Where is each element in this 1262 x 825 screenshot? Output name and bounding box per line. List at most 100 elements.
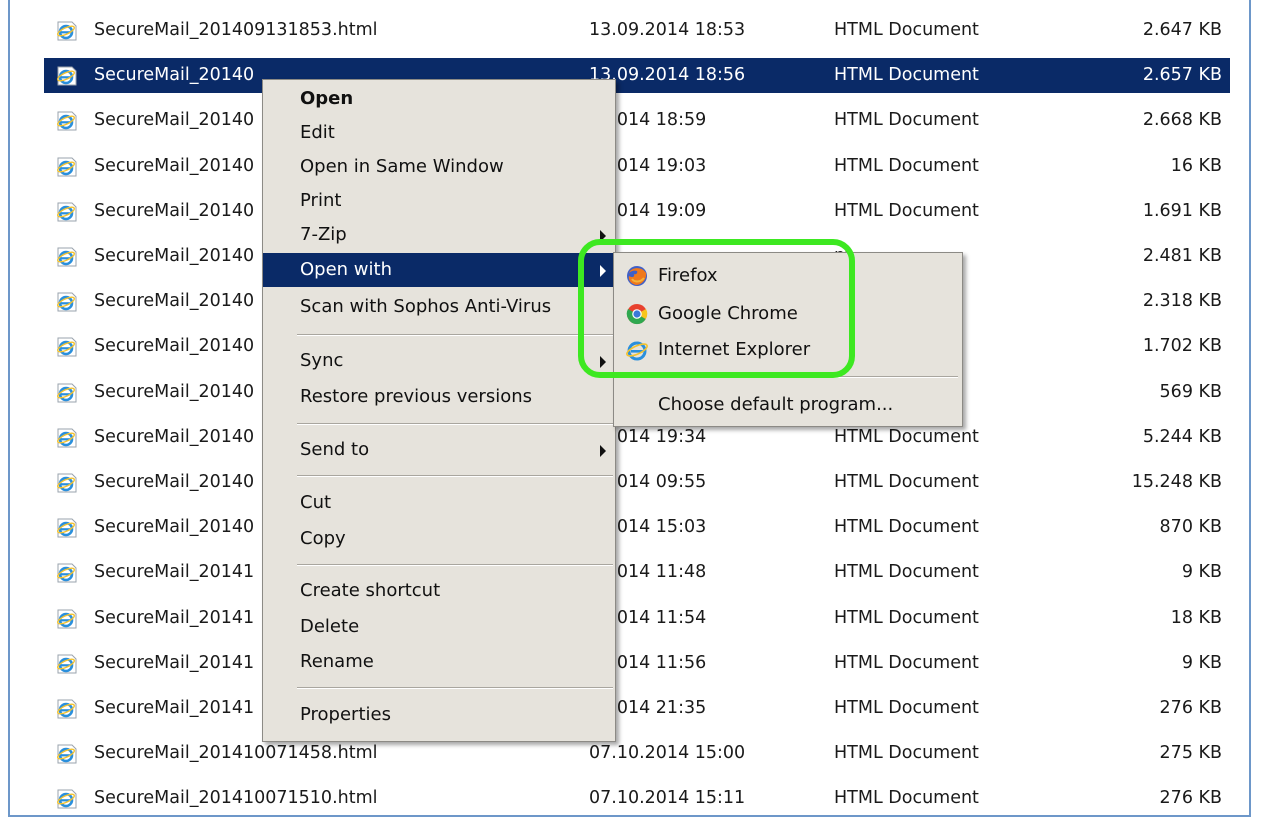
- file-type: HTML Document: [834, 517, 979, 538]
- menu-item-label: Cut: [300, 492, 332, 513]
- file-row[interactable]: SecureMail_201410071458.html 07.10.2014 1…: [44, 736, 1230, 771]
- file-size: 16 KB: [1170, 155, 1222, 176]
- menu-item-print[interactable]: Print: [263, 184, 615, 218]
- menu-item-label: Open in Same Window: [300, 156, 504, 177]
- internet-explorer-file-icon: [57, 699, 77, 719]
- file-row[interactable]: SecureMail_20140 9.2014 15:03 HTML Documen…: [44, 510, 1230, 545]
- internet-explorer-file-icon: [57, 292, 77, 312]
- menu-item-label: Send to: [300, 439, 370, 460]
- menu-item-create-shortcut[interactable]: Create shortcut: [263, 574, 615, 608]
- menu-item-label: 7-Zip: [300, 224, 347, 245]
- menu-item-properties[interactable]: Properties: [263, 698, 615, 732]
- internet-explorer-icon: [626, 341, 648, 361]
- menu-item-sync[interactable]: Sync: [263, 344, 615, 378]
- file-date-modified: 0.2014 11:48: [589, 562, 707, 583]
- file-row[interactable]: SecureMail_20140 9.2014 18:59 HTML Documen…: [44, 103, 1230, 138]
- menu-item-label: Rename: [300, 651, 374, 672]
- file-date-modified: 07.10.2014 15:11: [589, 788, 746, 809]
- file-date-modified: 9.2014 19:09: [589, 200, 707, 221]
- internet-explorer-file-icon: [57, 473, 77, 493]
- file-row[interactable]: SecureMail_20141 0.2014 21:35 HTML Documen…: [44, 691, 1230, 726]
- file-type: HTML Document: [834, 200, 979, 221]
- internet-explorer-file-icon: [57, 111, 77, 131]
- file-type: HTML Document: [834, 562, 979, 583]
- file-row[interactable]: SecureMail_20141 0.2014 11:54 HTML Documen…: [44, 601, 1230, 636]
- menu-item-cut[interactable]: Cut: [263, 486, 615, 520]
- menu-item-scan-sophos[interactable]: Scan with Sophos Anti-Virus: [263, 290, 615, 324]
- file-row[interactable]: SecureMail_20141 0.2014 11:48 HTML Documen…: [44, 555, 1230, 590]
- file-row[interactable]: SecureMail_20140 13.09.2014 18:56 HTML Doc…: [44, 58, 1230, 94]
- file-type: HTML Document: [834, 155, 979, 176]
- firefox-icon: [627, 266, 647, 286]
- open-with-choose-default[interactable]: Choose default program...: [614, 386, 962, 424]
- menu-item-send-to[interactable]: Send to: [263, 433, 615, 467]
- chrome-icon: [626, 304, 648, 325]
- submenu-separator: [618, 376, 958, 378]
- menu-separator: [297, 564, 613, 566]
- menu-item-restore-versions[interactable]: Restore previous versions: [263, 380, 615, 414]
- file-type: HTML Document: [834, 743, 979, 764]
- file-size: 2.657 KB: [1142, 65, 1222, 86]
- menu-separator: [297, 423, 613, 425]
- internet-explorer-file-icon: [57, 66, 77, 86]
- internet-explorer-file-icon: [57, 518, 77, 538]
- submenu-arrow-icon: [600, 265, 606, 277]
- submenu-arrow-icon: [600, 230, 606, 242]
- menu-item-open-with[interactable]: Open with: [263, 253, 615, 287]
- menu-item-7zip[interactable]: 7-Zip: [263, 218, 615, 252]
- menu-item-edit[interactable]: Edit: [263, 116, 615, 150]
- menu-item-rename[interactable]: Rename: [263, 645, 615, 679]
- file-size: 2.481 KB: [1142, 246, 1222, 266]
- internet-explorer-file-icon: [57, 21, 77, 41]
- file-type: HTML Document: [834, 652, 979, 673]
- file-date-modified: 0.2014 11:54: [589, 607, 707, 628]
- file-size: 276 KB: [1159, 698, 1222, 718]
- submenu-item-label: Firefox: [658, 265, 718, 286]
- file-size: 1.702 KB: [1142, 336, 1222, 357]
- open-with-chrome[interactable]: Google Chrome: [614, 295, 962, 333]
- menu-item-open-same-window[interactable]: Open in Same Window: [263, 150, 615, 184]
- file-type: HTML Document: [834, 65, 979, 86]
- file-date-modified: 0.2014 21:35: [589, 698, 707, 718]
- file-date-modified: 0.2014 11:56: [589, 652, 707, 673]
- file-name: SecureMail_201410071510.html: [94, 788, 378, 809]
- file-size: 18 KB: [1170, 607, 1222, 628]
- file-size: 2.318 KB: [1142, 291, 1222, 312]
- internet-explorer-file-icon: [57, 383, 77, 403]
- file-size: 9 KB: [1181, 562, 1222, 583]
- menu-separator: [297, 687, 613, 689]
- internet-explorer-file-icon: [57, 157, 77, 177]
- menu-item-label: Copy: [300, 528, 346, 549]
- file-row[interactable]: SecureMail_201409131853.html 13.09.2014 1…: [44, 13, 1230, 48]
- open-with-submenu: Firefox Google Chrome Internet Explorer …: [613, 252, 963, 427]
- internet-explorer-file-icon: [57, 789, 77, 809]
- file-size: 2.647 KB: [1142, 20, 1222, 40]
- file-size: 15.248 KB: [1131, 472, 1222, 492]
- submenu-item-label: Choose default program...: [658, 394, 894, 415]
- context-menu: Open Edit Open in Same Window Print 7-Zi…: [262, 79, 616, 742]
- internet-explorer-file-icon: [57, 654, 77, 674]
- internet-explorer-file-icon: [57, 202, 77, 222]
- menu-item-label: Print: [300, 190, 342, 211]
- file-size: 5.244 KB: [1142, 426, 1222, 447]
- internet-explorer-file-icon: [57, 609, 77, 629]
- open-with-internet-explorer[interactable]: Internet Explorer: [614, 331, 962, 369]
- file-size: 2.668 KB: [1142, 110, 1222, 131]
- file-date-modified: 9.2014 19:03: [589, 155, 707, 176]
- file-row[interactable]: SecureMail_20141 0.2014 11:56 HTML Documen…: [44, 646, 1230, 681]
- file-size: 569 KB: [1159, 381, 1222, 402]
- menu-item-open[interactable]: Open: [263, 82, 615, 116]
- file-row[interactable]: SecureMail_20140 9.2014 19:09 HTML Documen…: [44, 194, 1230, 229]
- open-with-firefox[interactable]: Firefox: [614, 257, 962, 295]
- file-row[interactable]: SecureMail_20140 9.2014 19:03 HTML Documen…: [44, 149, 1230, 184]
- menu-item-label: Create shortcut: [300, 580, 441, 601]
- file-date-modified: 9.2014 09:55: [589, 472, 707, 492]
- file-type: HTML Document: [834, 607, 979, 628]
- internet-explorer-file-icon: [57, 428, 77, 448]
- menu-item-delete[interactable]: Delete: [263, 610, 615, 644]
- file-type: HTML Document: [834, 472, 979, 492]
- menu-item-copy[interactable]: Copy: [263, 522, 615, 556]
- file-row[interactable]: SecureMail_201410071510.html 07.10.2014 1…: [44, 781, 1230, 816]
- file-row[interactable]: SecureMail_20140 9.2014 09:55 HTML Documen…: [44, 465, 1230, 500]
- file-type: HTML Document: [834, 20, 979, 40]
